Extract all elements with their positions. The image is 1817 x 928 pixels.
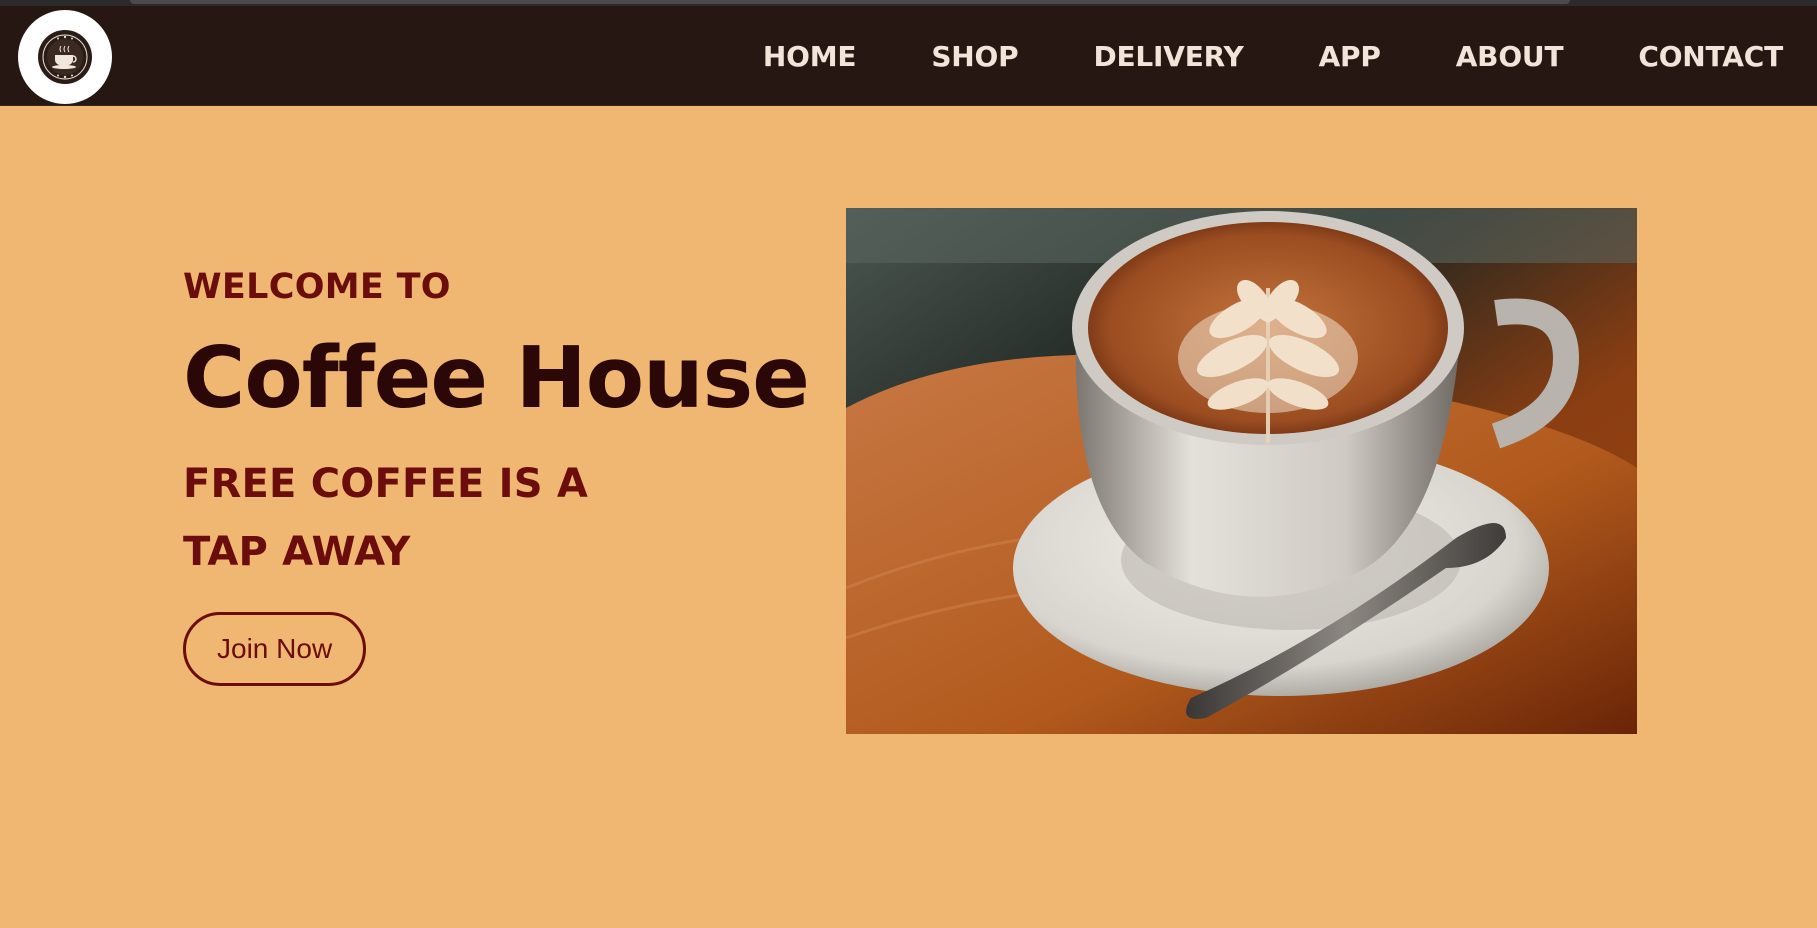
main-nav: HOME SHOP DELIVERY APP ABOUT CONTACT	[763, 6, 1783, 106]
nav-delivery-link[interactable]: DELIVERY	[1093, 40, 1243, 73]
hero-text-block: WELCOME TO Coffee House FREE COFFEE IS A…	[183, 262, 843, 686]
browser-tab-shade	[130, 0, 1570, 4]
join-now-button[interactable]: Join Now	[183, 612, 367, 686]
latte-art-coffee-cup-image	[846, 208, 1637, 734]
nav-contact-link[interactable]: CONTACT	[1638, 40, 1783, 73]
nav-app-link[interactable]: APP	[1319, 40, 1381, 73]
navbar: HOME SHOP DELIVERY APP ABOUT CONTACT	[0, 6, 1817, 106]
welcome-heading: WELCOME TO	[183, 267, 451, 307]
hero-title: Coffee House	[183, 329, 810, 428]
nav-about-link[interactable]: ABOUT	[1456, 40, 1564, 73]
nav-home-link[interactable]: HOME	[763, 40, 857, 73]
tagline-line-1: FREE COFFEE IS A	[183, 461, 589, 507]
hero-tagline: FREE COFFEE IS A TAP AWAY	[183, 450, 843, 586]
tagline-line-2: TAP AWAY	[183, 529, 411, 575]
nav-shop-link[interactable]: SHOP	[931, 40, 1018, 73]
coffee-cup-logo-icon[interactable]	[18, 10, 112, 104]
